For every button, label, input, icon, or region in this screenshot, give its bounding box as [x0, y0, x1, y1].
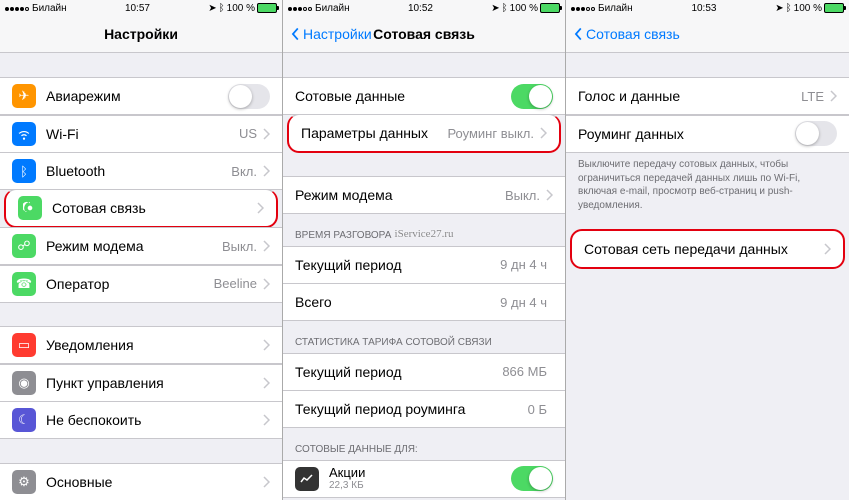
row-hotspot[interactable]: Режим модема Выкл. [283, 176, 565, 214]
nav-bar: Настройки [0, 16, 282, 53]
row-control-center[interactable]: ◉ Пункт управления [0, 364, 282, 402]
back-button[interactable]: Настройки [289, 26, 372, 42]
row-current-period: Текущий период 9 дн 4 ч [283, 246, 565, 284]
row-roaming-period: Текущий период роуминга 0 Б [283, 390, 565, 428]
chevron-left-icon [289, 27, 301, 41]
chevron-right-icon [263, 165, 270, 177]
status-bar: Билайн 10:53 ➤ᛒ100 % [566, 0, 849, 16]
settings-list[interactable]: ✈ Авиарежим Wi-Fi US ᛒ Bluetooth Вкл. Со… [0, 53, 282, 500]
data-roaming-toggle[interactable] [795, 121, 837, 146]
row-airplane-mode[interactable]: ✈ Авиарежим [0, 77, 282, 115]
row-total: Всего 9 дн 4 ч [283, 283, 565, 321]
row-hotspot[interactable]: ☍ Режим модема Выкл. [0, 227, 282, 265]
row-carrier[interactable]: ☎ Оператор Beeline [0, 265, 282, 303]
bluetooth-row-icon: ᛒ [12, 159, 36, 183]
chevron-right-icon [263, 128, 270, 140]
chevron-right-icon [263, 377, 270, 389]
page-title: Сотовая связь [373, 26, 475, 42]
control-center-icon: ◉ [12, 371, 36, 395]
nav-bar: Настройки Сотовая связь [283, 16, 565, 53]
footer-text: Выключите передачу сотовых данных, чтобы… [566, 152, 849, 222]
status-time: 10:52 [408, 3, 433, 14]
chevron-right-icon [824, 243, 831, 255]
status-time: 10:53 [691, 3, 716, 14]
battery-icon [257, 3, 277, 13]
cellular-pane: iService27.ru Билайн 10:52 ➤ᛒ100 % Настр… [283, 0, 566, 500]
chevron-right-icon [546, 189, 553, 201]
chevron-left-icon [572, 27, 584, 41]
notifications-icon: ▭ [12, 333, 36, 357]
wifi-icon [12, 122, 36, 146]
row-data-options[interactable]: Параметры данных Роуминг выкл. [287, 114, 561, 153]
data-options-pane: Билайн 10:53 ➤ᛒ100 % Сотовая связь Голос… [566, 0, 849, 500]
back-button[interactable]: Сотовая связь [572, 26, 680, 42]
settings-root-pane: Билайн 10:57 ➤ᛒ100 % Настройки ✈ Авиареж… [0, 0, 283, 500]
gear-icon: ⚙ [12, 470, 36, 494]
page-title: Настройки [104, 26, 178, 42]
battery-icon [824, 3, 844, 13]
header-stats: СТАТИСТИКА ТАРИФА СОТОВОЙ СВЯЗИ [283, 321, 565, 353]
row-dnd[interactable]: ☾ Не беспокоить [0, 401, 282, 439]
bluetooth-icon: ᛒ [219, 3, 225, 14]
row-wifi[interactable]: Wi-Fi US [0, 115, 282, 153]
cellular-data-toggle[interactable] [511, 84, 553, 109]
chevron-right-icon [263, 476, 270, 488]
data-options-list[interactable]: Голос и данные LTE Роуминг данных Выключ… [566, 53, 849, 500]
dnd-icon: ☾ [12, 408, 36, 432]
row-cellular-data[interactable]: Сотовые данные [283, 77, 565, 115]
location-icon: ➤ [775, 3, 783, 14]
row-app-stocks[interactable]: Акции 22,3 КБ [283, 460, 565, 498]
stocks-icon [295, 467, 319, 491]
status-bar: Билайн 10:52 ➤ᛒ100 % [283, 0, 565, 16]
row-general[interactable]: ⚙ Основные [0, 463, 282, 500]
row-current-period-data: Текущий период 866 МБ [283, 353, 565, 391]
row-bluetooth[interactable]: ᛒ Bluetooth Вкл. [0, 152, 282, 190]
battery-icon [540, 3, 560, 13]
nav-bar: Сотовая связь [566, 16, 849, 53]
chevron-right-icon [540, 127, 547, 139]
status-time: 10:57 [125, 3, 150, 14]
stocks-toggle[interactable] [511, 466, 553, 491]
airplane-icon: ✈ [12, 84, 36, 108]
airplane-toggle[interactable] [228, 84, 270, 109]
watermark: iService27.ru [395, 228, 454, 240]
chevron-right-icon [257, 202, 264, 214]
bluetooth-icon: ᛒ [786, 3, 792, 14]
status-bar: Билайн 10:57 ➤ᛒ100 % [0, 0, 282, 16]
chevron-right-icon [830, 90, 837, 102]
row-data-roaming[interactable]: Роуминг данных [566, 115, 849, 153]
chevron-right-icon [263, 339, 270, 351]
carrier-icon: ☎ [12, 272, 36, 296]
bluetooth-icon: ᛒ [502, 3, 508, 14]
row-notifications[interactable]: ▭ Уведомления [0, 326, 282, 364]
location-icon: ➤ [491, 3, 499, 14]
cellular-list[interactable]: Сотовые данные Параметры данных Роуминг … [283, 53, 565, 500]
header-data-for: СОТОВЫЕ ДАННЫЕ ДЛЯ: [283, 428, 565, 460]
row-voice-data[interactable]: Голос и данные LTE [566, 77, 849, 115]
chevron-right-icon [263, 240, 270, 252]
chevron-right-icon [263, 278, 270, 290]
cellular-icon [18, 196, 42, 220]
chevron-right-icon [263, 414, 270, 426]
row-cellular[interactable]: Сотовая связь [4, 189, 278, 228]
hotspot-icon: ☍ [12, 234, 36, 258]
row-cellular-network[interactable]: Сотовая сеть передачи данных [570, 229, 845, 269]
location-icon: ➤ [208, 3, 216, 14]
